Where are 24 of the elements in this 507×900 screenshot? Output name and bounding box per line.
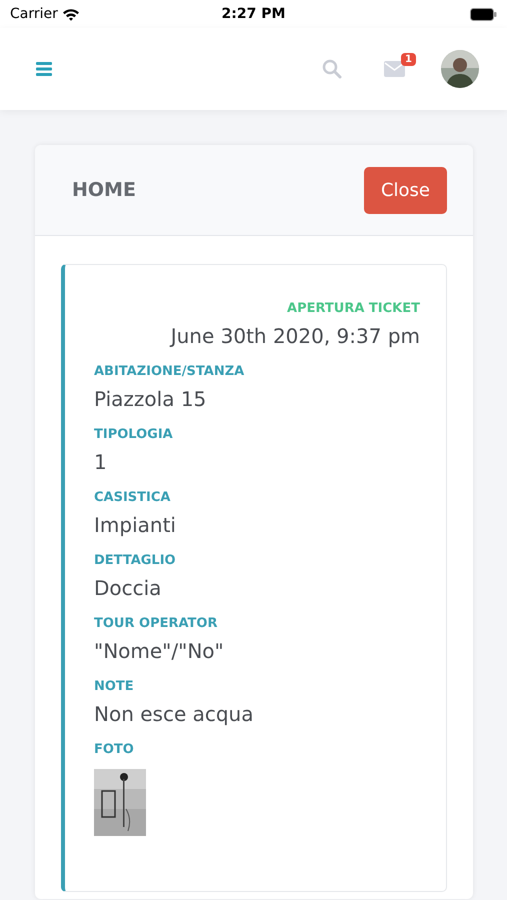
field-value: Doccia	[94, 576, 162, 600]
field-label: FOTO	[94, 742, 135, 757]
field-label: DETTAGLIO	[94, 553, 177, 568]
field-label: TOUR OPERATOR	[94, 616, 218, 631]
panel-title: HOME	[72, 179, 136, 201]
wifi-icon	[62, 8, 80, 20]
mail-icon[interactable]	[384, 61, 405, 77]
clock-time: 2:27 PM	[222, 6, 286, 22]
battery-icon	[470, 8, 497, 20]
field-value: Impianti	[94, 513, 177, 537]
field-label: NOTE	[94, 679, 135, 694]
ticket-opened-label: APERTURA TICKET	[287, 301, 420, 316]
field-value: 1	[94, 450, 108, 474]
field-value: Piazzola 15	[94, 387, 208, 411]
field-label: CASISTICA	[94, 490, 172, 505]
ticket-date: June 30th 2020, 9:37 pm	[170, 324, 420, 348]
field-value: "Nome"/"No"	[94, 639, 225, 663]
menu-icon[interactable]	[36, 62, 52, 76]
field-label: TIPOLOGIA	[94, 427, 174, 442]
close-button[interactable]: Close	[364, 166, 447, 214]
notification-badge: 1	[401, 53, 416, 66]
field-label: ABITAZIONE/STANZA	[94, 364, 246, 379]
field-value: Non esce acqua	[94, 702, 254, 726]
carrier-name: Carrier	[10, 6, 58, 22]
